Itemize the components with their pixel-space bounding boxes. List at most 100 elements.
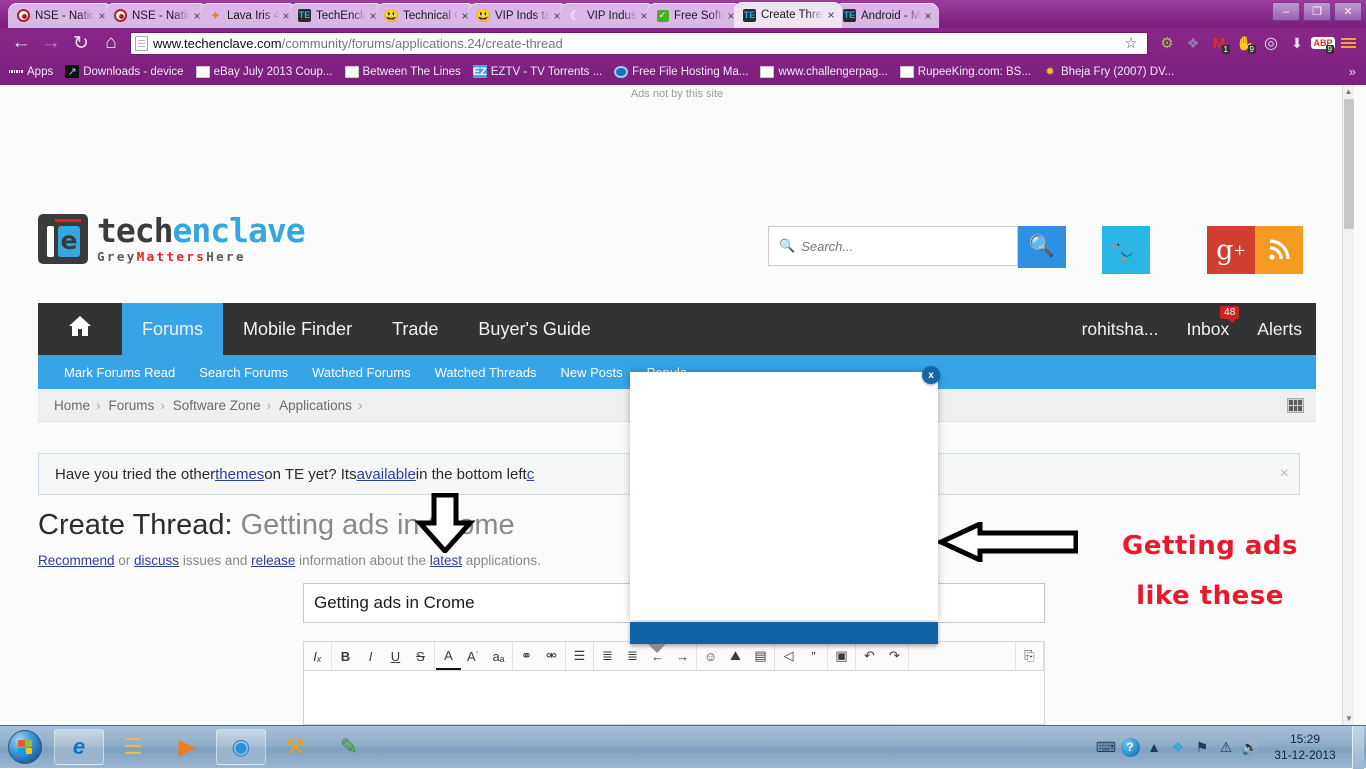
bookmark-item[interactable]: www.challengerpag...: [755, 61, 892, 82]
help-icon[interactable]: ?: [1118, 737, 1142, 757]
bookmark-item[interactable]: EZ EZTV - TV Torrents ...: [468, 61, 607, 82]
dropbox-icon[interactable]: ❖: [1166, 739, 1190, 756]
toggle-bbcode-icon[interactable]: ⎘: [1017, 642, 1042, 670]
insert-code-icon[interactable]: ◁: [776, 642, 801, 670]
draft-save-icon[interactable]: ▣: [829, 642, 854, 670]
bullet-list-icon[interactable]: ≣: [595, 642, 620, 670]
restore-button[interactable]: ❐: [1303, 2, 1331, 21]
insert-media-icon[interactable]: ▤: [748, 642, 773, 670]
nav-item-mobile-finder[interactable]: Mobile Finder: [223, 303, 372, 355]
browser-tab[interactable]: NSE - Nation×: [8, 3, 113, 28]
numbered-list-icon[interactable]: ≣: [620, 642, 645, 670]
tab-close-icon[interactable]: ×: [921, 9, 935, 23]
ad-popup[interactable]: [630, 372, 938, 620]
browser-tab[interactable]: 😃VIP Inds targ×: [468, 3, 568, 28]
browser-tab[interactable]: TE Android - M ×: [834, 3, 939, 28]
browser-tab[interactable]: NSE - Nation×: [105, 3, 208, 28]
notice-close-icon[interactable]: ×: [1280, 465, 1289, 483]
ad-close-icon[interactable]: x: [922, 366, 940, 384]
search-submit-button[interactable]: 🔍: [1018, 226, 1066, 268]
subnav-item-search-forums[interactable]: Search Forums: [187, 365, 300, 380]
site-logo[interactable]: e techenclave GreyMattersHere: [38, 214, 306, 264]
paint-icon[interactable]: ✎: [324, 729, 374, 765]
back-button[interactable]: ←: [6, 30, 36, 56]
scroll-up-icon[interactable]: ▲: [1343, 85, 1354, 98]
volume-icon[interactable]: 🔊: [1238, 739, 1262, 756]
browser-tab[interactable]: ☾VIP Industrie×: [560, 3, 655, 28]
keyboard-icon[interactable]: ⌨: [1094, 739, 1118, 756]
redo-icon[interactable]: ↷: [882, 642, 907, 670]
bookmark-item[interactable]: Free File Hosting Ma...: [609, 61, 753, 82]
notice-link-available[interactable]: available: [357, 466, 416, 483]
twitter-icon[interactable]: 🐦: [1102, 226, 1150, 274]
nav-item-forums[interactable]: Forums: [122, 303, 224, 355]
bookmark-star-icon[interactable]: ☆: [1119, 32, 1143, 55]
font-family-icon[interactable]: aₐ: [486, 642, 511, 670]
home-button[interactable]: ⌂: [96, 30, 126, 56]
stop-hand-icon[interactable]: ✋ 9: [1232, 31, 1258, 55]
text-color-icon[interactable]: A: [436, 642, 461, 670]
subnav-item-watched-threads[interactable]: Watched Threads: [423, 365, 549, 380]
scroll-down-icon[interactable]: ▼: [1343, 712, 1355, 725]
network-icon[interactable]: ⚑: [1190, 739, 1214, 756]
rss-icon[interactable]: [1255, 226, 1303, 274]
nav-home-button[interactable]: [38, 303, 122, 355]
bookmark-item[interactable]: Apps: [4, 61, 58, 82]
desc-link-release[interactable]: release: [251, 553, 295, 568]
clock[interactable]: 15:29 31-12-2013: [1262, 731, 1348, 763]
insert-quote-icon[interactable]: ”: [801, 642, 826, 670]
bookmark-item[interactable]: ↗ Downloads - device: [60, 61, 188, 82]
breadcrumb-item-applications[interactable]: Applications ›: [275, 398, 366, 413]
breadcrumb-item-software-zone[interactable]: Software Zone ›: [169, 398, 275, 413]
show-hidden-icons-icon[interactable]: ▲: [1142, 739, 1166, 755]
remove-formatting-icon[interactable]: Iₓ: [305, 642, 330, 670]
subnav-item-watched-forums[interactable]: Watched Forums: [300, 365, 423, 380]
italic-icon[interactable]: I: [358, 642, 383, 670]
search-input[interactable]: [801, 238, 997, 254]
action-center-icon[interactable]: ⚠: [1214, 739, 1238, 756]
forward-button[interactable]: →: [36, 30, 66, 56]
bookmark-item[interactable]: ✹ Bheja Fry (2007) DV...: [1038, 61, 1179, 82]
tools-icon[interactable]: ⚒: [270, 729, 320, 765]
bookmark-item[interactable]: Between The Lines: [340, 61, 466, 82]
indent-icon[interactable]: →: [670, 642, 695, 670]
insert-link-icon[interactable]: ⚭: [514, 642, 539, 670]
scrollbar-thumb[interactable]: [1344, 99, 1354, 229]
show-desktop-button[interactable]: [1352, 725, 1364, 769]
bold-icon[interactable]: B: [333, 642, 358, 670]
calendar-grid-icon[interactable]: [1287, 397, 1304, 413]
minimize-button[interactable]: –: [1272, 2, 1300, 21]
underline-icon[interactable]: U: [383, 642, 408, 670]
breadcrumb-item-home[interactable]: Home ›: [50, 398, 105, 413]
windows-explorer-icon[interactable]: ☰: [108, 729, 158, 765]
nav-item-inbox[interactable]: Inbox 48: [1172, 303, 1243, 355]
browser-tab[interactable]: ✓Free Softwar×: [647, 3, 742, 28]
close-window-button[interactable]: ✕: [1334, 2, 1362, 21]
internet-explorer-icon[interactable]: e: [54, 729, 104, 765]
media-player-icon[interactable]: ▶: [162, 729, 212, 765]
nav-item-rohitsha[interactable]: rohitsha...: [1068, 303, 1173, 355]
page-scrollbar[interactable]: ▲ ▼: [1342, 85, 1354, 725]
browser-tab[interactable]: TE Create Threa ×: [734, 2, 842, 28]
desc-link-recommend[interactable]: Recommend: [38, 553, 115, 568]
site-search-box[interactable]: 🔍: [768, 226, 1018, 266]
google-plus-icon[interactable]: g +: [1207, 226, 1255, 274]
start-button[interactable]: [0, 728, 50, 766]
browser-tab[interactable]: 😃Technical Ch×: [376, 3, 476, 28]
tab-close-icon[interactable]: ×: [824, 8, 838, 22]
font-size-icon[interactable]: A˙: [461, 642, 486, 670]
notice-link-corner[interactable]: c: [527, 466, 535, 483]
bookmarks-overflow-icon[interactable]: »: [1349, 64, 1362, 79]
google-chrome-icon[interactable]: ◉: [216, 729, 266, 765]
adblock-plus-icon[interactable]: ABP 9: [1310, 31, 1336, 55]
browser-tab[interactable]: TETechEnclave×: [289, 3, 384, 28]
nav-item-trade[interactable]: Trade: [372, 303, 458, 355]
gmail-icon[interactable]: M1: [1206, 31, 1232, 55]
unlink-icon[interactable]: ⚮: [539, 642, 564, 670]
puzzle-icon[interactable]: ❖: [1180, 31, 1206, 55]
subnav-item-new-posts[interactable]: New Posts: [549, 365, 635, 380]
android-icon[interactable]: ⚙: [1154, 31, 1180, 55]
nav-item-alerts[interactable]: Alerts: [1243, 303, 1316, 355]
align-icon[interactable]: ☰: [567, 642, 592, 670]
bookmark-item[interactable]: eBay July 2013 Coup...: [191, 61, 338, 82]
